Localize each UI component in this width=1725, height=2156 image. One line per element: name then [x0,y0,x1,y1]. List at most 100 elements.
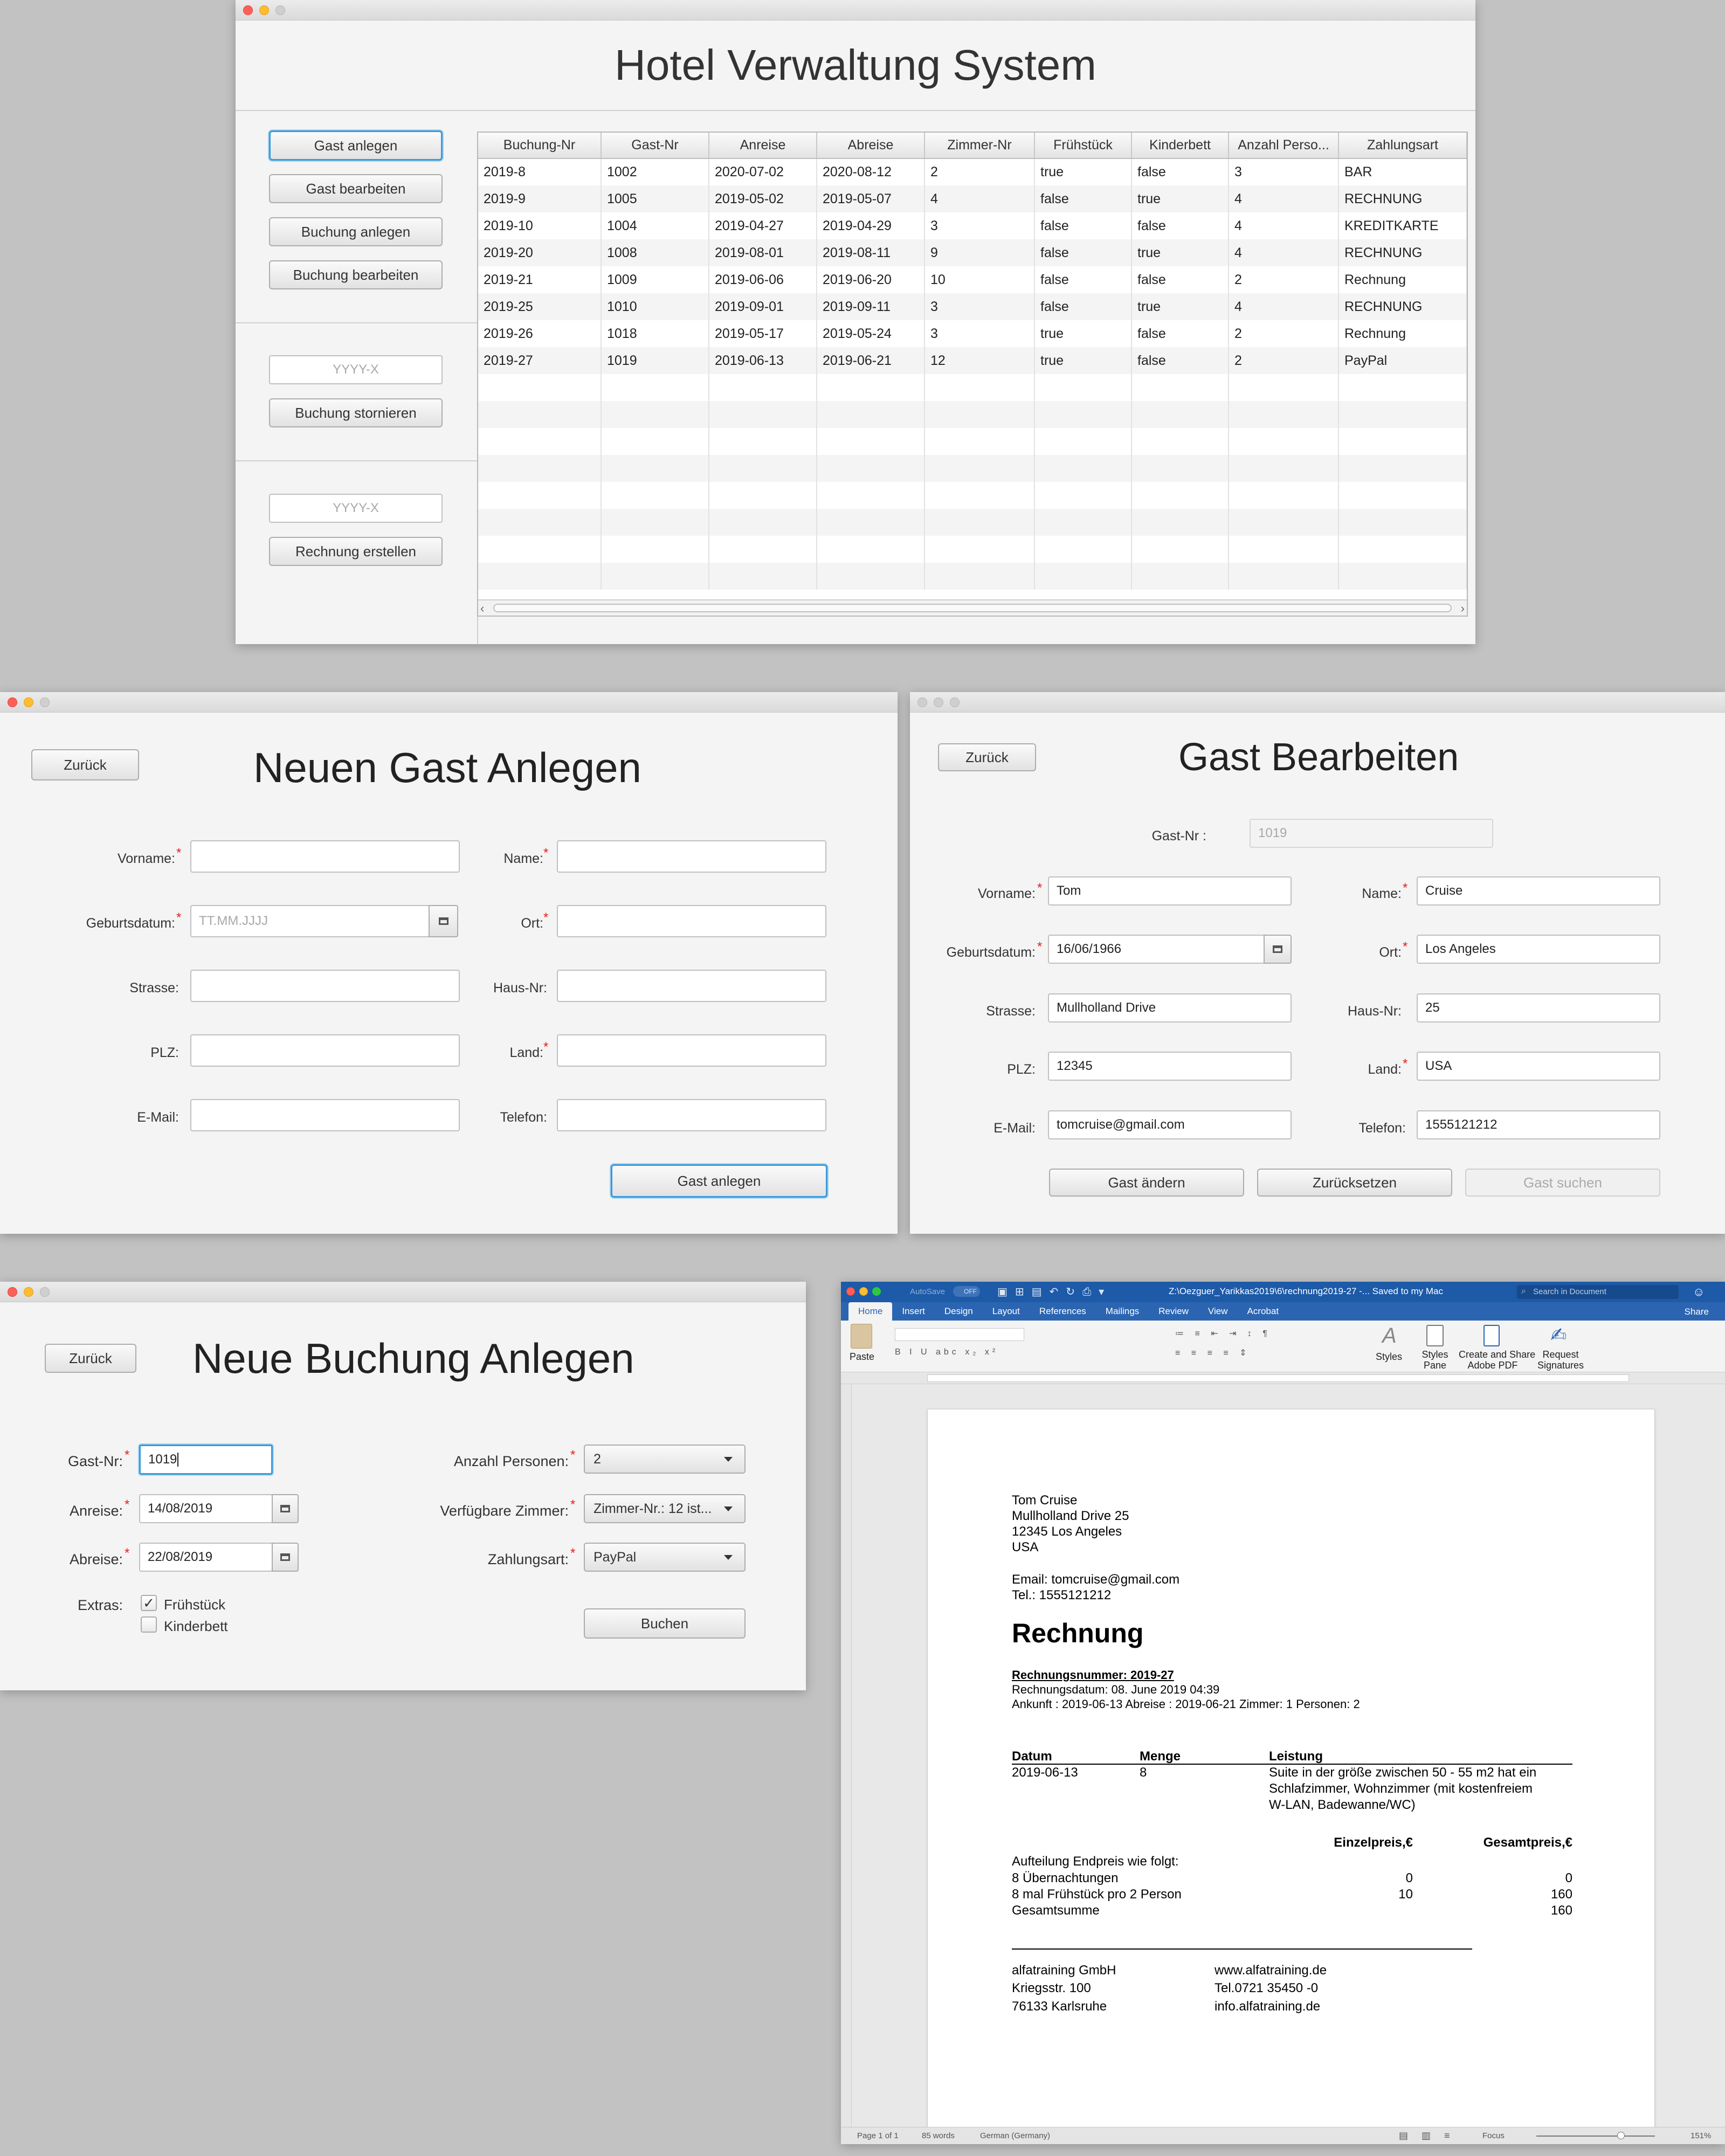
styles-icon[interactable]: A [1382,1324,1397,1348]
paragraph-buttons[interactable]: ≔ ≡ ⇤ ⇥ ↕ ¶ [1175,1328,1272,1339]
gast-bearbeiten-button[interactable]: Gast bearbeiten [269,174,443,203]
quick-access-icons[interactable]: ▣⊞▤↶↻⎙▾ [997,1285,1112,1298]
empty-table-row[interactable] [478,563,1467,590]
zoom-window-button[interactable] [40,1287,50,1297]
zoom-level[interactable]: 151% [1690,2131,1711,2140]
telefon-input[interactable] [557,1099,826,1131]
column-header[interactable]: Kinderbett [1131,133,1229,159]
strasse-input[interactable]: Mullholland Drive [1048,993,1292,1022]
hausnr-input[interactable]: 25 [1417,993,1660,1022]
focus-button[interactable]: Focus [1482,2131,1505,2140]
smiley-feedback-icon[interactable]: ☺ [1693,1285,1705,1299]
autosave-toggle[interactable]: OFF [953,1286,980,1297]
close-window-button[interactable] [846,1287,855,1296]
personen-select[interactable]: 2 [584,1445,746,1474]
table-row[interactable]: 2019-8 1002 2020-07-02 2020-08-12 2 true false… [478,158,1467,185]
paste-icon[interactable] [851,1324,872,1349]
ribbon-tab[interactable]: Layout [983,1302,1030,1321]
geburtsdatum-input[interactable]: TT.MM.JJJJ [190,905,430,937]
minimize-window-button[interactable] [934,697,943,707]
table-row[interactable]: 2019-26 1018 2019-05-17 2019-05-24 3 true fals… [478,320,1467,347]
column-header[interactable]: Anzahl Perso... [1229,133,1339,159]
plz-input[interactable] [190,1034,460,1067]
rechnung-buchung-input[interactable]: YYYY-X [269,494,443,523]
search-document-input[interactable]: Search in Document [1517,1285,1679,1299]
zimmer-select[interactable]: Zimmer-Nr.: 12 ist... [584,1494,746,1523]
geburtsdatum-input[interactable]: 16/06/1966 [1048,935,1265,964]
column-header[interactable]: Gast-Nr [601,133,709,159]
table-row[interactable]: 2019-27 1019 2019-06-13 2019-06-21 12 true fal… [478,347,1467,374]
horizontal-scrollbar[interactable]: ‹ › [478,599,1467,616]
buchung-anlegen-button[interactable]: Buchung anlegen [269,217,443,246]
abreise-input[interactable]: 22/08/2019 [139,1543,273,1572]
storno-buchung-input[interactable]: YYYY-X [269,355,443,384]
plz-input[interactable]: 12345 [1048,1052,1292,1081]
minimize-window-button[interactable] [859,1287,868,1296]
hausnr-input[interactable] [557,970,826,1002]
column-header[interactable]: Zimmer-Nr [924,133,1035,159]
ort-input[interactable] [557,905,826,937]
zurueck-button[interactable]: Zurück [45,1344,136,1373]
empty-table-row[interactable] [478,482,1467,509]
ribbon-tab[interactable]: Review [1149,1302,1198,1321]
font-name-select[interactable] [895,1328,1024,1341]
telefon-input[interactable]: 1555121212 [1417,1110,1660,1139]
close-window-button[interactable] [8,1287,17,1297]
language[interactable]: German (Germany) [980,2131,1050,2140]
minimize-window-button[interactable] [259,5,269,15]
zoom-window-button[interactable] [275,5,285,15]
adobe-pdf-icon[interactable] [1484,1325,1500,1346]
gast-suchen-button[interactable]: Gast suchen [1465,1169,1660,1197]
empty-table-row[interactable] [478,536,1467,563]
empty-table-row[interactable] [478,428,1467,455]
calendar-icon[interactable] [1264,935,1292,964]
gast-anlegen-button[interactable]: Gast anlegen [269,130,443,161]
close-window-button[interactable] [917,697,927,707]
ribbon-tab[interactable]: Home [848,1302,893,1321]
zoom-window-button[interactable] [872,1287,881,1296]
ribbon-tab[interactable]: Insert [892,1302,935,1321]
ribbon-tab[interactable]: Design [935,1302,983,1321]
ribbon-tab[interactable]: Mailings [1096,1302,1149,1321]
column-header[interactable]: Buchung-Nr [478,133,602,159]
table-row[interactable]: 2019-25 1010 2019-09-01 2019-09-11 3 false tru… [478,293,1467,320]
table-row[interactable]: 2019-9 1005 2019-05-02 2019-05-07 4 false true… [478,185,1467,212]
close-window-button[interactable] [243,5,253,15]
calendar-icon[interactable] [272,1543,299,1572]
minimize-window-button[interactable] [24,1287,33,1297]
empty-table-row[interactable] [478,509,1467,536]
empty-table-row[interactable] [478,401,1467,428]
minimize-window-button[interactable] [24,697,33,707]
buchung-bearbeiten-button[interactable]: Buchung bearbeiten [269,260,443,289]
column-header[interactable]: Zahlungsart [1338,133,1467,159]
styles-pane-icon[interactable] [1426,1325,1444,1346]
kinderbett-checkbox[interactable] [141,1616,157,1633]
close-window-button[interactable] [8,697,17,707]
zoom-window-button[interactable] [40,697,50,707]
page-count[interactable]: Page 1 of 1 [857,2131,899,2140]
name-input[interactable]: Cruise [1417,876,1660,906]
word-count[interactable]: 85 words [922,2131,955,2140]
ribbon-tab[interactable]: Acrobat [1237,1302,1288,1321]
gast-aendern-button[interactable]: Gast ändern [1049,1169,1244,1197]
view-mode-icons[interactable]: ▤ ▥ ≡ [1399,2130,1455,2141]
ribbon-tab[interactable]: References [1030,1302,1096,1321]
anreise-input[interactable]: 14/08/2019 [139,1494,273,1523]
calendar-icon[interactable] [429,905,458,937]
empty-table-row[interactable] [478,374,1467,401]
calendar-icon[interactable] [272,1494,299,1523]
gastnr-input[interactable]: 1019 [139,1445,273,1475]
rechnung-erstellen-button[interactable]: Rechnung erstellen [269,537,443,566]
vertical-ruler[interactable] [841,1384,852,2127]
share-button[interactable]: Share [1685,1307,1709,1317]
vorname-input[interactable] [190,840,460,873]
scroll-right-arrow-icon[interactable]: › [1461,602,1465,616]
zoom-slider-handle[interactable] [1617,2132,1625,2139]
zoom-window-button[interactable] [950,697,960,707]
zurueck-button[interactable]: Zurück [31,749,139,780]
scroll-left-arrow-icon[interactable]: ‹ [480,602,484,616]
alignment-buttons[interactable]: ≡ ≡ ≡ ≡ ⇕ [1175,1348,1251,1358]
font-format-buttons[interactable]: B I U abc x₂ x² [895,1348,998,1357]
horizontal-ruler[interactable] [841,1372,1725,1384]
name-input[interactable] [557,840,826,873]
